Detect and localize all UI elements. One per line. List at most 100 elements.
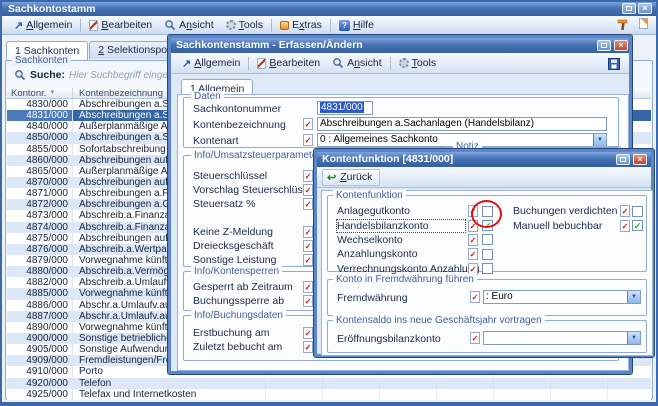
check-doc-icon[interactable] bbox=[620, 220, 630, 232]
account-number: 4860/000 bbox=[7, 155, 73, 166]
edit-dialog-restore-button[interactable] bbox=[597, 40, 611, 51]
check-doc-icon[interactable] bbox=[468, 263, 478, 275]
edit-dialog-close-button[interactable] bbox=[614, 40, 628, 51]
menu-item-label: Allgemein bbox=[26, 19, 72, 31]
check-doc-icon[interactable] bbox=[468, 205, 478, 217]
main-window-title: Sachkontostamm bbox=[8, 3, 96, 15]
account-number: 4882/000 bbox=[7, 277, 73, 288]
close-button[interactable] bbox=[638, 3, 652, 14]
sort-desc-icon: ▼ bbox=[49, 90, 55, 96]
kontenbezeichnung-input[interactable]: Abschreibungen a.Sachanlagen (Handelsbil… bbox=[317, 117, 607, 131]
column-header-kontonr[interactable]: Kontonr.▼ bbox=[7, 88, 73, 98]
checkbox[interactable] bbox=[632, 220, 643, 231]
menu-item-allgemein[interactable]: Allgemein bbox=[176, 56, 246, 71]
checkbox[interactable] bbox=[482, 234, 493, 245]
check-doc-icon[interactable] bbox=[303, 226, 313, 238]
restore-icon bbox=[626, 6, 632, 11]
account-number: 4874/000 bbox=[7, 222, 73, 233]
note-icon[interactable] bbox=[639, 18, 648, 29]
sperren-group-label: Info/Kontensperren bbox=[191, 266, 282, 277]
check-doc-icon[interactable] bbox=[303, 254, 313, 266]
checkbox-row-buchungen-verdichten: Buchungen verdichten bbox=[513, 204, 646, 218]
menu-item-allgemein[interactable]: Allgemein bbox=[8, 18, 78, 33]
menu-separator bbox=[390, 57, 391, 70]
kontenfunktion-titlebar: Kontenfunktion [4831/000] bbox=[317, 152, 651, 167]
checkbox[interactable] bbox=[632, 206, 643, 217]
edit-icon bbox=[257, 58, 266, 69]
gear-icon bbox=[226, 20, 236, 30]
table-row[interactable]: 4925/000Telefax und Internetkosten bbox=[7, 389, 651, 400]
check-doc-icon[interactable] bbox=[470, 291, 480, 303]
check-doc-icon[interactable] bbox=[303, 240, 313, 252]
account-number: 4875/000 bbox=[7, 233, 73, 244]
check-doc-icon[interactable] bbox=[303, 295, 313, 307]
check-doc-icon[interactable] bbox=[303, 327, 313, 339]
checkbox-label: Anlagegutkonto bbox=[337, 205, 465, 217]
check-doc-icon[interactable] bbox=[303, 184, 313, 196]
menu-item-extras[interactable]: Extras bbox=[274, 18, 328, 32]
account-number: 4900/000 bbox=[7, 333, 73, 344]
account-number: 4910/000 bbox=[7, 366, 73, 377]
check-doc-icon[interactable] bbox=[468, 248, 478, 260]
check-doc-icon[interactable] bbox=[468, 234, 478, 246]
sachkontonummer-label: Sachkontonummer bbox=[193, 103, 281, 115]
menu-item-bearbeiten[interactable]: Bearbeiten bbox=[251, 56, 326, 70]
buchung-group-label: Info/Buchungsdaten bbox=[191, 310, 286, 321]
search-icon bbox=[14, 69, 26, 81]
account-number: 4830/000 bbox=[7, 99, 73, 110]
checkbox[interactable] bbox=[482, 249, 493, 260]
saldo-group-label: Kontensaldo ins neue Geschäftsjahr vortr… bbox=[333, 315, 545, 326]
sachkontonummer-input[interactable]: 4831/000 bbox=[317, 101, 373, 115]
check-doc-icon[interactable] bbox=[303, 281, 313, 293]
kontenfunktion-close-button[interactable] bbox=[633, 154, 647, 165]
magnifier-icon bbox=[164, 19, 176, 31]
arrow-ne-icon bbox=[182, 57, 191, 70]
checkbox[interactable] bbox=[482, 206, 493, 217]
field-row: Keine Z-Meldung bbox=[193, 225, 333, 239]
save-icon[interactable] bbox=[608, 57, 620, 75]
check-doc-icon[interactable] bbox=[303, 341, 313, 353]
fremdwaehrung-combo[interactable]: : Euro bbox=[483, 290, 641, 304]
check-doc-icon[interactable] bbox=[303, 170, 313, 182]
check-doc-icon[interactable] bbox=[470, 332, 480, 344]
restore-icon bbox=[601, 43, 607, 48]
chevron-down-icon[interactable] bbox=[627, 291, 640, 303]
table-row[interactable]: 4920/000Telefon bbox=[7, 378, 651, 389]
menu-item-bearbeiten[interactable]: Bearbeiten bbox=[83, 18, 158, 32]
back-button[interactable]: Zurück bbox=[322, 169, 380, 186]
chevron-down-icon[interactable] bbox=[593, 134, 606, 146]
menu-item-label: Hilfe bbox=[353, 19, 374, 31]
checkbox[interactable] bbox=[482, 263, 493, 274]
menu-item-ansicht[interactable]: Ansicht bbox=[326, 56, 387, 70]
column-header-kontenbezeichnung[interactable]: Kontenbezeichnung bbox=[73, 88, 163, 98]
field-row: Gesperrt ab Zeitraum bbox=[193, 280, 333, 294]
account-number: 4925/000 bbox=[7, 389, 73, 400]
chevron-down-icon[interactable] bbox=[627, 332, 640, 344]
check-doc-icon[interactable] bbox=[303, 134, 313, 146]
menu-item-tools[interactable]: Tools bbox=[393, 56, 443, 70]
account-number: 4880/000 bbox=[7, 266, 73, 277]
main-toolbar-right bbox=[616, 18, 648, 36]
sperren-fields: Gesperrt ab ZeitraumBuchungssperre ab bbox=[193, 280, 333, 308]
kontenfunktion-restore-button[interactable] bbox=[616, 154, 630, 165]
menu-item-label: Ansicht bbox=[179, 19, 213, 31]
field-row: Erstbuchung am bbox=[193, 326, 333, 340]
check-doc-icon[interactable] bbox=[303, 118, 313, 130]
check-doc-icon[interactable] bbox=[303, 198, 313, 210]
account-number: 4873/000 bbox=[7, 210, 73, 221]
account-name: Porto bbox=[73, 366, 103, 377]
check-doc-icon[interactable] bbox=[620, 205, 630, 217]
eroeffnungsbilanzkonto-combo[interactable] bbox=[483, 331, 641, 345]
check-doc-icon[interactable] bbox=[468, 220, 478, 232]
restore-button[interactable] bbox=[622, 3, 636, 14]
menu-item-tools[interactable]: Tools bbox=[220, 18, 270, 32]
menu-separator bbox=[271, 19, 272, 32]
arrow-ne-icon bbox=[14, 19, 23, 32]
field-row: Sonstige Leistung bbox=[193, 253, 333, 267]
sachkonten-group-label: Sachkonten bbox=[12, 55, 71, 66]
hammer-icon[interactable] bbox=[616, 18, 629, 36]
checkbox[interactable] bbox=[482, 220, 493, 231]
menu-item-label: Tools bbox=[412, 57, 437, 69]
menu-item-ansicht[interactable]: Ansicht bbox=[158, 18, 219, 32]
menu-item-hilfe[interactable]: Hilfe bbox=[333, 18, 380, 32]
